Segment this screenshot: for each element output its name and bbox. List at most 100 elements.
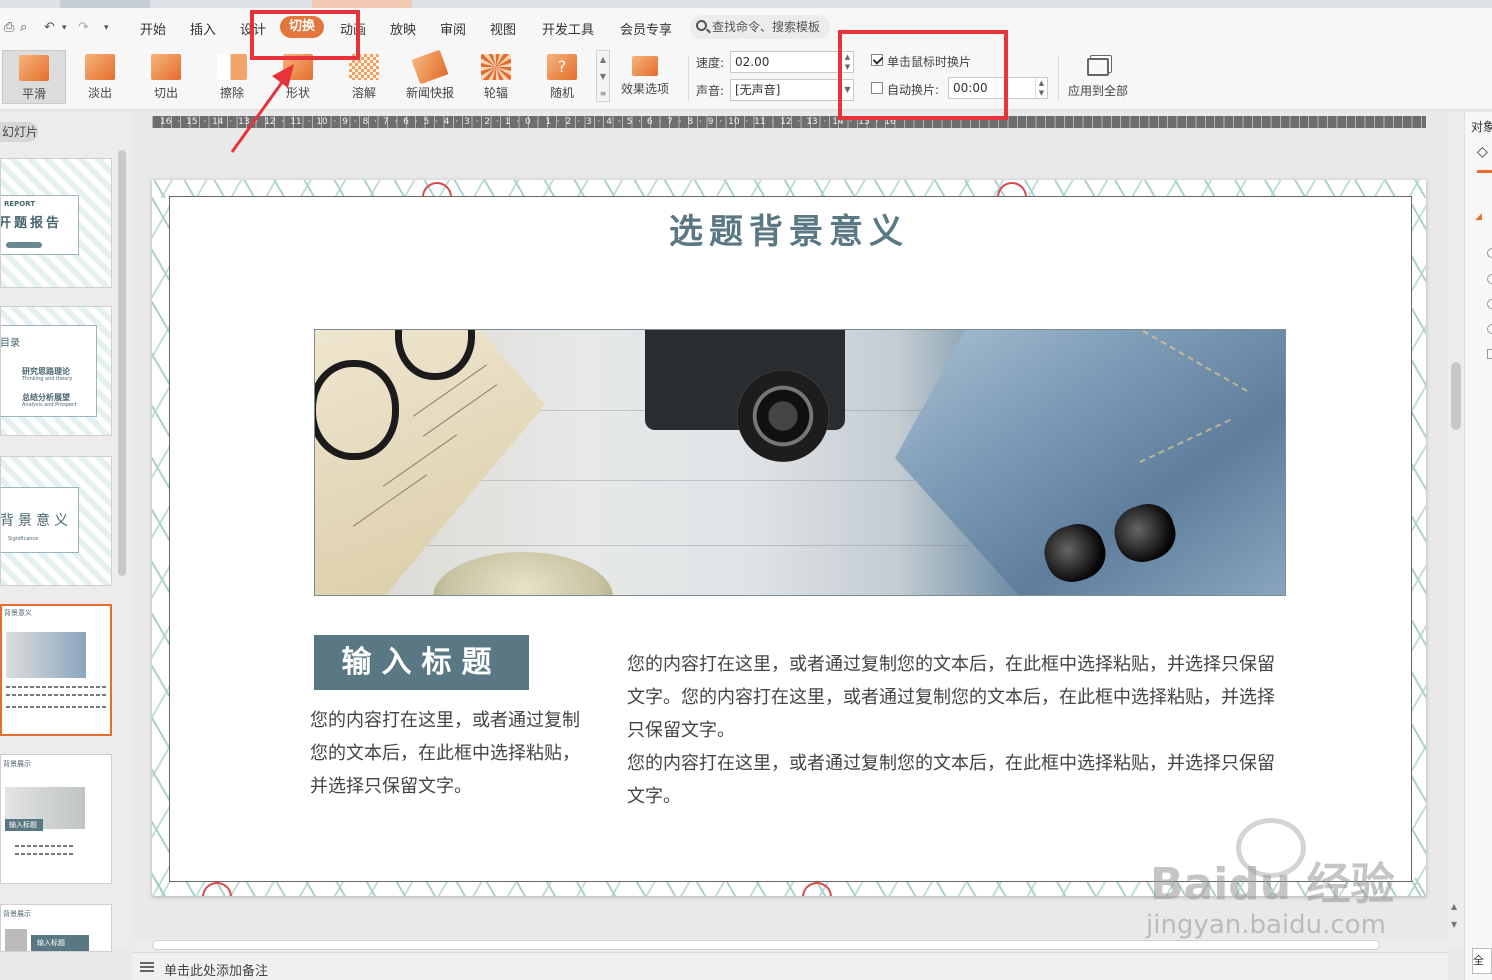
notes-icon <box>140 962 154 972</box>
slide-title[interactable]: 选题背景意义 <box>152 204 1426 253</box>
apply-to-all-button[interactable]: 应用到全部 <box>1064 50 1132 104</box>
menu-member[interactable]: 会员专享 <box>620 19 672 38</box>
effect-random[interactable]: ? 随机 <box>530 50 594 104</box>
thumb-text-lines <box>6 694 106 696</box>
menu-home[interactable]: 开始 <box>140 19 166 38</box>
thumb-text: 背景展示 <box>3 760 31 768</box>
time-stepper[interactable]: ▲ ▼ <box>1035 78 1047 98</box>
menu-view[interactable]: 视图 <box>490 19 516 38</box>
ribbon-divider <box>688 56 689 100</box>
gallery-more-icon[interactable]: ≡ <box>597 85 609 102</box>
menu-developer[interactable]: 开发工具 <box>542 19 594 38</box>
effect-wheel[interactable]: 轮辐 <box>464 50 528 104</box>
menu-review[interactable]: 审阅 <box>440 19 466 38</box>
undo-icon[interactable]: ↶ <box>44 20 55 35</box>
effect-smooth[interactable]: 平滑 <box>2 50 66 104</box>
effect-label: 溶解 <box>351 86 376 100</box>
effect-options-label: 效果选项 <box>620 82 669 96</box>
scroll-down-icon[interactable]: ▼ <box>597 68 609 85</box>
right-body-text[interactable]: 您的内容打在这里，或者通过复制您的文本后，在此框中选择粘贴，并选择只保留文字。您… <box>627 648 1287 813</box>
annotation-arrow-icon <box>230 64 294 153</box>
thumb-text: 背景意义 <box>4 609 32 617</box>
photo-sunglasses <box>1037 497 1195 589</box>
sound-select[interactable]: [无声音] ▼ <box>730 79 854 101</box>
effect-options-button[interactable]: 效果选项 <box>612 50 678 104</box>
thumb-text: Significance <box>8 536 39 542</box>
slide-thumb-1[interactable]: REPORT 开题报告 <box>0 158 112 288</box>
slide-thumb-6[interactable]: 背景展示 输入标题 <box>0 904 112 952</box>
wheel-effect-icon <box>481 54 511 80</box>
speed-input[interactable]: 02.00 ▲ ▼ <box>730 51 854 73</box>
slide-thumb-3[interactable]: 背景意义 Significance <box>0 456 112 586</box>
slide-thumb-2[interactable]: 目录 研究思路理论 Thinking and theory 总结分析展望 Ana… <box>0 306 112 436</box>
transition-ribbon: 平滑 淡出 切出 擦除 形状 溶解 新闻快报 轮辐 ? 随机 ▲ ▼ ≡ 效果选… <box>0 48 1492 110</box>
property-pane-title: 对象属性 <box>1471 120 1492 134</box>
effect-fade[interactable]: 淡出 <box>68 50 132 104</box>
view-corner-button[interactable]: 全 <box>1472 948 1492 974</box>
thumbnail-scrollbar[interactable] <box>118 150 126 576</box>
thumb-button-shape <box>6 242 42 248</box>
apply-all-label: 应用到全部 <box>1067 84 1128 98</box>
left-body-text[interactable]: 您的内容打在这里，或者通过复制您的文本后，在此框中选择粘贴，并选择只保留文字。 <box>310 704 580 803</box>
slides-tab[interactable]: 幻灯片 <box>0 122 38 142</box>
thumb-photo <box>6 632 86 678</box>
thumb-text: Thinking and theory <box>22 376 73 382</box>
app-window: ⎙ ⌕ ↶ ▾ ↷ ▾ 开始 插入 设计 切换 动画 放映 审阅 视图 开发工具… <box>0 0 1492 980</box>
current-slide[interactable]: 选题背景意义 输入标题 您的内容打在这里，或者通过复制您的文本后，在此框中选择粘… <box>152 180 1426 896</box>
scroll-down-icon[interactable]: ▼ <box>1451 920 1457 929</box>
command-search[interactable]: 查找命令、搜索模板 <box>690 15 830 39</box>
right-paragraph-2: 您的内容打在这里，或者通过复制您的文本后，在此框中选择粘贴，并选择只保留文字。 <box>627 753 1275 807</box>
scroll-up-icon[interactable]: ▲ <box>597 51 609 68</box>
effects-gallery-scroll[interactable]: ▲ ▼ ≡ <box>596 50 610 102</box>
effect-options-icon <box>632 56 658 76</box>
effect-label: 新闻快报 <box>405 86 454 100</box>
menu-slideshow[interactable]: 放映 <box>390 19 416 38</box>
canvas-vertical-scrollbar[interactable]: ▲ ▼ <box>1448 112 1464 950</box>
cut-effect-icon <box>151 54 181 80</box>
property-pane: 对象属性 ◇ ◢ <box>1464 112 1492 980</box>
document-tab[interactable] <box>60 0 150 8</box>
thumb-text: 目录 <box>0 338 20 349</box>
slide-thumb-5[interactable]: 背景展示 输入标题 <box>0 754 112 884</box>
watermark-brand: Baidu 经验 <box>1150 859 1395 910</box>
photo-detail <box>1107 497 1183 569</box>
thumb-text-lines <box>6 706 106 708</box>
thumb-card: REPORT 开题报告 <box>1 195 79 255</box>
section-heading[interactable]: 输入标题 <box>314 635 529 690</box>
thumb-text-lines <box>15 853 75 855</box>
customize-toolbar-icon[interactable]: ▾ <box>104 23 109 33</box>
horizontal-ruler[interactable]: 16 · 15 · 14 · 13 · 12 · 11 · 10 · 9 · 8… <box>152 116 1426 128</box>
print-preview-icon[interactable]: ⌕ <box>20 20 27 35</box>
scroll-thumb[interactable] <box>1451 362 1461 430</box>
effect-newsflash[interactable]: 新闻快报 <box>398 49 462 104</box>
notes-bar[interactable]: 单击此处添加备注 <box>132 952 1448 980</box>
random-effect-icon: ? <box>547 54 577 80</box>
photo-detail <box>1037 517 1113 589</box>
effect-cut[interactable]: 切出 <box>134 50 198 104</box>
fill-option-radio[interactable] <box>1487 299 1492 309</box>
active-document-tab[interactable] <box>312 0 412 8</box>
photo-camera-lens <box>737 370 829 462</box>
fill-option-radio[interactable] <box>1487 324 1492 334</box>
scroll-up-icon[interactable]: ▲ <box>1451 902 1457 911</box>
thumb-card: 目录 研究思路理论 Thinking and theory 总结分析展望 Ana… <box>0 325 97 417</box>
baidu-watermark: Baidu 经验 jingyan.baidu.com <box>1140 818 1440 948</box>
save-icon[interactable]: ⎙ <box>4 20 14 35</box>
slide-thumb-4-current[interactable]: 背景意义 <box>0 604 112 736</box>
slide-photo[interactable] <box>314 329 1286 596</box>
right-paragraph-1: 您的内容打在这里，或者通过复制您的文本后，在此框中选择粘贴，并选择只保留文字。您… <box>627 654 1275 741</box>
undo-dropdown-icon[interactable]: ▾ <box>62 23 67 33</box>
fill-option-radio[interactable] <box>1487 248 1492 258</box>
search-placeholder: 查找命令、搜索模板 <box>712 20 821 34</box>
fill-icon[interactable]: ◇ <box>1477 144 1488 160</box>
thumb-text: 输入标题 <box>9 821 37 829</box>
notes-placeholder[interactable]: 单击此处添加备注 <box>164 960 268 979</box>
expand-icon[interactable]: ◢ <box>1475 212 1482 222</box>
menu-insert[interactable]: 插入 <box>190 19 216 38</box>
fill-option-radio[interactable] <box>1487 274 1492 284</box>
effect-label: 平滑 <box>21 87 46 101</box>
fill-option-checkbox[interactable] <box>1487 349 1492 359</box>
redo-icon[interactable]: ↷ <box>78 20 89 35</box>
speed-value: 02.00 <box>735 55 770 69</box>
photo-glasses <box>315 360 399 460</box>
